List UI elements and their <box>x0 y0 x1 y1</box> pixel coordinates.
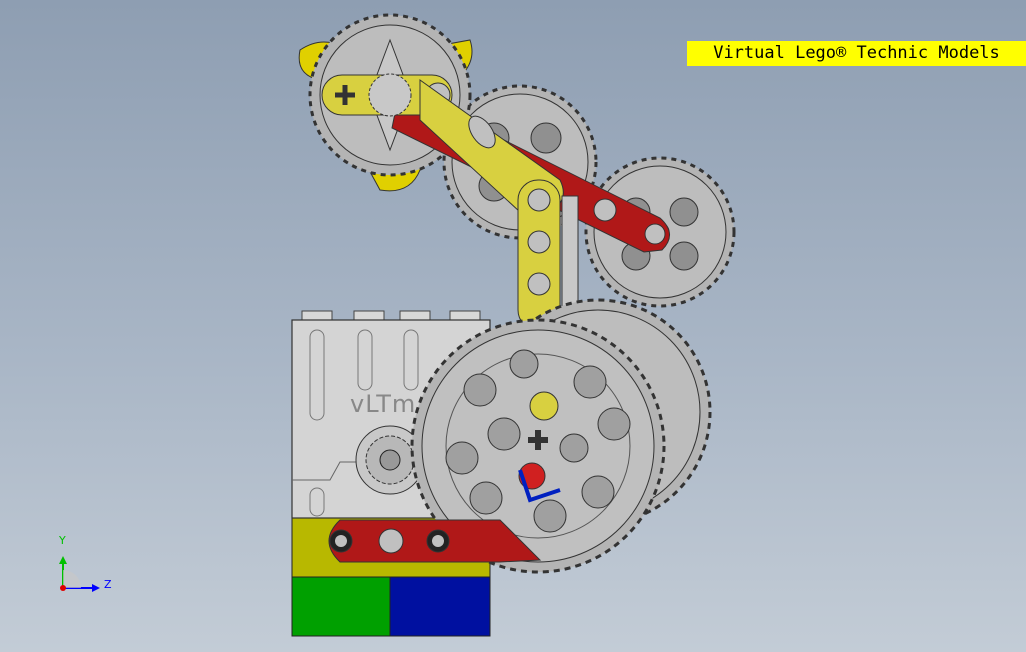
lego-model-render[interactable]: vLTm <box>0 0 1026 652</box>
axis-triad: Y Z <box>58 534 112 592</box>
y-axis-label: Y <box>58 534 66 547</box>
z-axis-label: Z <box>104 578 112 591</box>
top-axle-hub[interactable] <box>368 73 412 117</box>
green-brick[interactable] <box>291 576 391 637</box>
x-axis-point-icon <box>60 585 66 591</box>
title-banner: Virtual Lego® Technic Models <box>687 41 1026 66</box>
y-axis-arrow-icon <box>59 556 67 564</box>
3d-viewport[interactable]: vLTm Virtual Lego® Technic Models Y Z <box>0 0 1026 652</box>
yellow-beam-vertical[interactable] <box>517 179 561 331</box>
brick-logo-text: vLTm <box>350 390 416 418</box>
z-axis-arrow-icon <box>92 584 100 592</box>
blue-brick[interactable] <box>389 576 491 637</box>
axis-plane-icon <box>63 570 81 588</box>
